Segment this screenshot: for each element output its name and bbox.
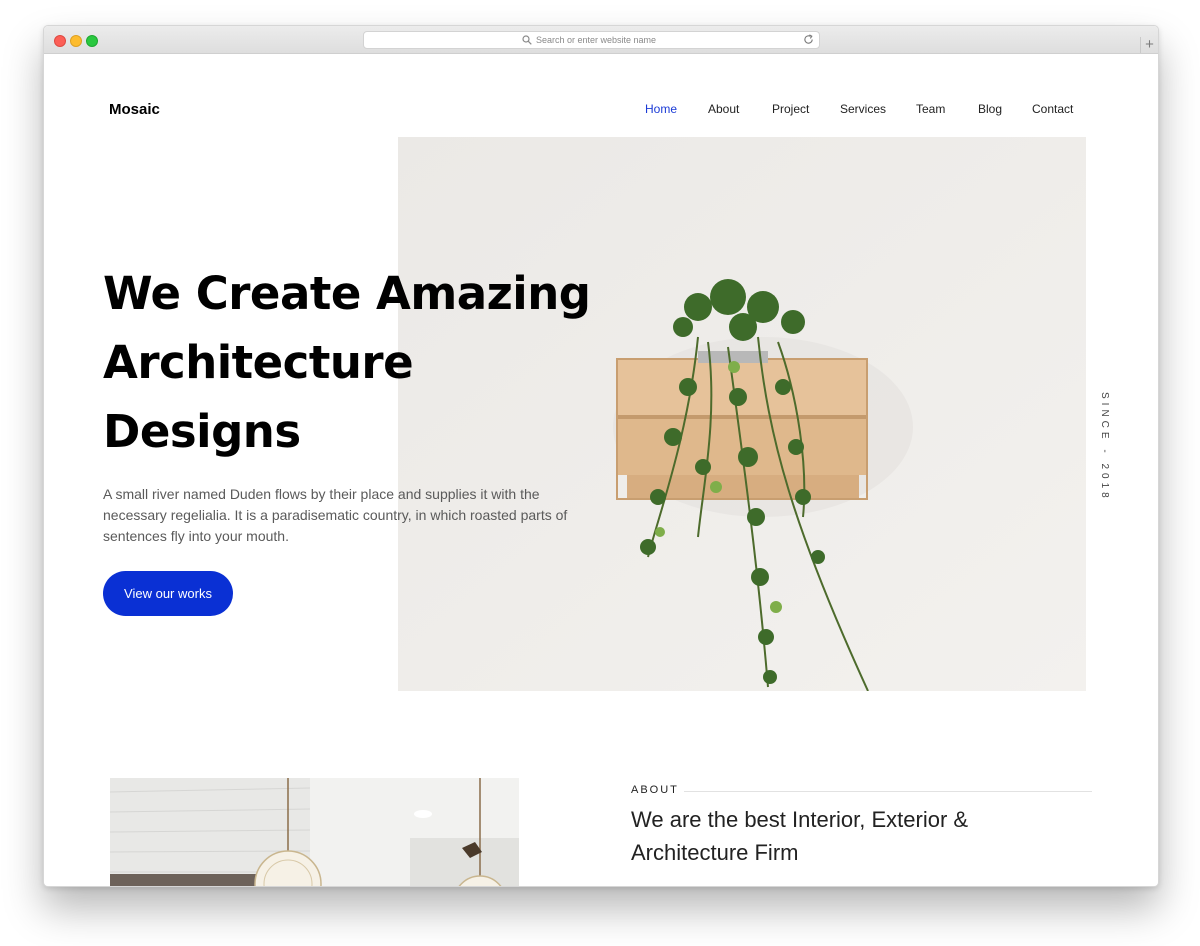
since-label: SINCE - 2018 bbox=[1099, 392, 1110, 502]
maximize-window-button[interactable] bbox=[86, 35, 98, 47]
webpage: Mosaic Home About Project Services Team … bbox=[44, 54, 1158, 886]
nav-team[interactable]: Team bbox=[916, 102, 945, 116]
hero-title-line: Architecture bbox=[103, 336, 414, 389]
hero-description: A small river named Duden flows by their… bbox=[103, 486, 568, 544]
nav-services[interactable]: Services bbox=[840, 102, 886, 116]
about-heading: We are the best Interior, Exterior & Arc… bbox=[631, 807, 969, 865]
close-window-button[interactable] bbox=[54, 35, 66, 47]
browser-titlebar: Search or enter website name + bbox=[44, 26, 1158, 54]
about-interior-image bbox=[110, 778, 519, 886]
nav-home[interactable]: Home bbox=[645, 102, 677, 116]
about-section-label: ABOUT bbox=[631, 784, 679, 796]
reload-icon[interactable] bbox=[803, 34, 814, 45]
hero-title: We Create Amazing Architecture Designs bbox=[103, 259, 663, 466]
nav-blog[interactable]: Blog bbox=[978, 102, 1002, 116]
site-logo[interactable]: Mosaic bbox=[109, 101, 160, 118]
new-tab-button[interactable]: + bbox=[1140, 37, 1158, 53]
nav-about[interactable]: About bbox=[708, 102, 739, 116]
minimize-window-button[interactable] bbox=[70, 35, 82, 47]
address-placeholder: Search or enter website name bbox=[536, 35, 657, 45]
about-divider bbox=[684, 791, 1092, 792]
hero-title-line: Designs bbox=[103, 405, 301, 458]
view-works-button[interactable]: View our works bbox=[103, 571, 233, 616]
address-bar[interactable]: Search or enter website name bbox=[363, 31, 820, 49]
hero-title-line: We Create Amazing bbox=[103, 267, 591, 320]
browser-window: Search or enter website name + Mosaic Ho… bbox=[43, 25, 1159, 887]
search-icon bbox=[522, 35, 532, 45]
nav-project[interactable]: Project bbox=[772, 102, 809, 116]
nav-contact[interactable]: Contact bbox=[1032, 102, 1073, 116]
